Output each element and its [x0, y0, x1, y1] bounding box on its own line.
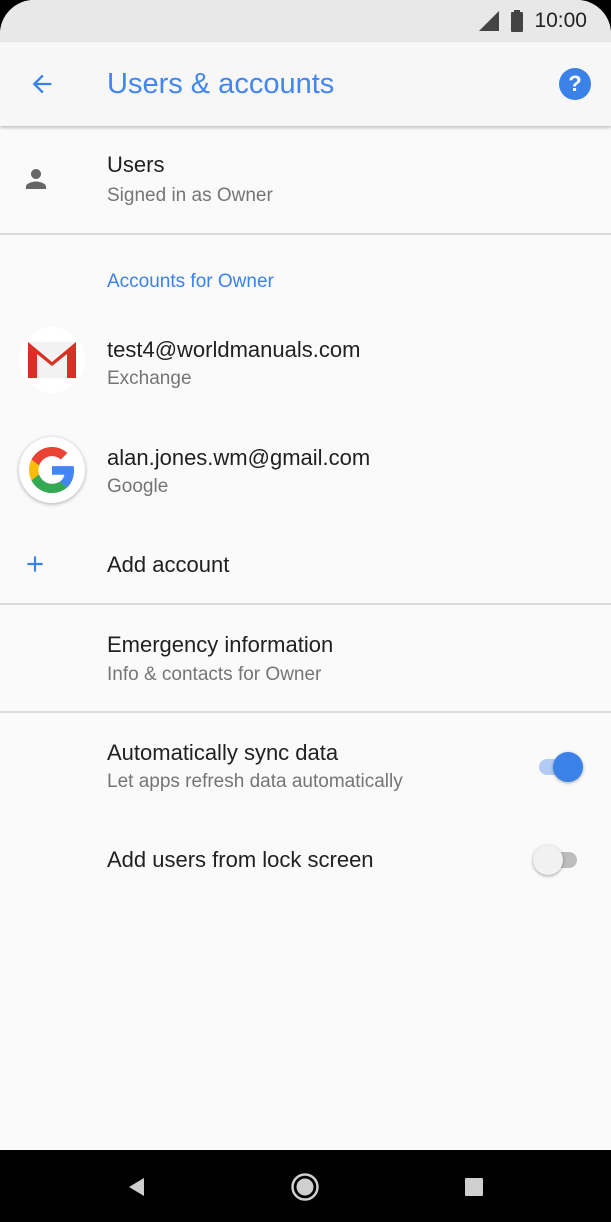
navigation-bar: [0, 1150, 611, 1222]
google-icon: [29, 447, 75, 493]
add-account-row[interactable]: Add account: [0, 538, 611, 598]
phone-screen: 10:00 Users & accounts ? Users Signed in…: [0, 0, 611, 1222]
toggle-thumb: [533, 845, 563, 875]
status-icons: 10:00: [478, 9, 587, 33]
accounts-section-header: Accounts for Owner: [107, 271, 274, 292]
person-icon: [26, 169, 46, 189]
nav-recents-button[interactable]: [457, 1170, 491, 1204]
add-account-label: Add account: [107, 552, 230, 577]
square-recents-icon: [465, 1178, 483, 1196]
account-email: alan.jones.wm@gmail.com: [107, 445, 371, 470]
back-button[interactable]: [24, 66, 60, 102]
signal-icon: [479, 11, 500, 31]
account-email: test4@worldmanuals.com: [107, 337, 361, 362]
lock-screen-users-title: Add users from lock screen: [107, 847, 374, 872]
status-bar: 10:00: [0, 0, 611, 42]
toggle-thumb: [553, 752, 583, 782]
triangle-back-icon: [129, 1178, 144, 1196]
home-circle-icon: [291, 1173, 319, 1201]
arrow-back-icon: [32, 74, 52, 94]
page-title: Users & accounts: [107, 68, 335, 100]
emergency-subtitle: Info & contacts for Owner: [107, 664, 322, 685]
account-row-exchange[interactable]: test4@worldmanuals.com Exchange: [0, 318, 611, 408]
help-icon: ?: [568, 71, 582, 96]
battery-icon: [511, 10, 524, 32]
divider: [0, 233, 611, 235]
auto-sync-title: Automatically sync data: [107, 740, 339, 765]
auto-sync-row[interactable]: Automatically sync data Let apps refresh…: [0, 714, 611, 819]
help-button[interactable]: ?: [559, 68, 591, 100]
nav-back-button[interactable]: [120, 1170, 154, 1204]
account-avatar: [19, 327, 85, 393]
auto-sync-toggle[interactable]: [535, 750, 583, 782]
auto-sync-subtitle: Let apps refresh data automatically: [107, 771, 403, 792]
account-row-google[interactable]: alan.jones.wm@gmail.com Google: [0, 428, 611, 518]
plus-icon: [27, 556, 43, 572]
gmail-icon: [28, 342, 76, 378]
nav-home-button[interactable]: [288, 1170, 322, 1204]
account-type: Exchange: [107, 368, 192, 389]
divider: [0, 711, 611, 713]
lock-screen-users-row[interactable]: Add users from lock screen: [0, 826, 611, 896]
users-title: Users: [107, 152, 165, 177]
app-bar: Users & accounts ?: [0, 42, 611, 126]
users-row[interactable]: Users Signed in as Owner: [0, 128, 611, 233]
divider: [0, 603, 611, 605]
lock-screen-users-toggle[interactable]: [533, 843, 583, 875]
users-subtitle: Signed in as Owner: [107, 185, 273, 206]
emergency-info-row[interactable]: Emergency information Info & contacts fo…: [0, 606, 611, 711]
emergency-title: Emergency information: [107, 632, 334, 657]
clock: 10:00: [534, 9, 587, 32]
account-avatar: [19, 437, 85, 503]
account-type: Google: [107, 476, 169, 497]
